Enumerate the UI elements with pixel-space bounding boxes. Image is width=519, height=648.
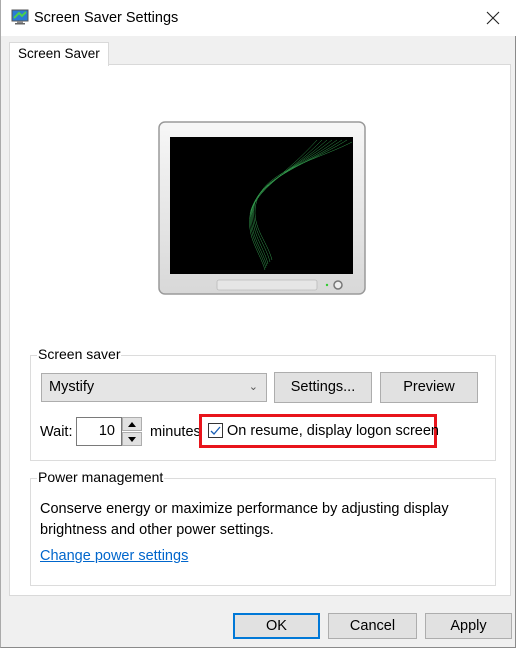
minutes-label: minutes [150, 424, 201, 440]
increment-button[interactable] [122, 417, 142, 431]
power-management-group: Power management Conserve energy or maxi… [30, 469, 496, 586]
tab-screen-saver[interactable]: Screen Saver [9, 42, 109, 66]
title-bar: Screen Saver Settings [1, 0, 516, 36]
decrement-button[interactable] [122, 432, 142, 446]
settings-button[interactable]: Settings... [274, 372, 372, 403]
screen-saver-select[interactable]: Mystify ⌄ [41, 373, 267, 402]
close-button[interactable] [470, 0, 516, 36]
screen-saver-settings-dialog: Screen Saver Settings Screen Saver Scree… [0, 0, 516, 648]
arrow-up-icon [128, 421, 136, 427]
screen-saver-group: Screen saver Mystify ⌄ Settings... Previ… [30, 346, 496, 461]
screen-saver-app-icon [11, 9, 29, 25]
change-power-settings-link[interactable]: Change power settings [40, 548, 188, 564]
screen-saver-group-label: Screen saver [37, 346, 122, 362]
screen-saver-selected-value: Mystify [49, 379, 95, 395]
logon-screen-label[interactable]: On resume, display logon screen [227, 423, 439, 439]
wait-label: Wait: [40, 424, 73, 440]
arrow-down-icon [128, 436, 136, 442]
wait-minutes-input[interactable]: 10 [76, 417, 122, 446]
power-management-description: Conserve energy or maximize performance … [40, 501, 449, 538]
preview-button[interactable]: Preview [380, 372, 478, 403]
logon-screen-checkbox[interactable] [208, 423, 223, 438]
cancel-button[interactable]: Cancel [328, 613, 417, 639]
checkmark-icon [210, 426, 221, 435]
apply-button[interactable]: Apply [425, 613, 512, 639]
wait-minutes-stepper [122, 417, 142, 446]
monitor-preview-icon [158, 121, 366, 295]
close-icon [486, 11, 500, 25]
screen-saver-tab-panel: Screen saver Mystify ⌄ Settings... Previ… [9, 64, 511, 596]
window-title: Screen Saver Settings [34, 10, 179, 26]
power-management-group-label: Power management [37, 469, 165, 485]
chevron-down-icon: ⌄ [248, 381, 258, 393]
ok-button[interactable]: OK [233, 613, 320, 639]
